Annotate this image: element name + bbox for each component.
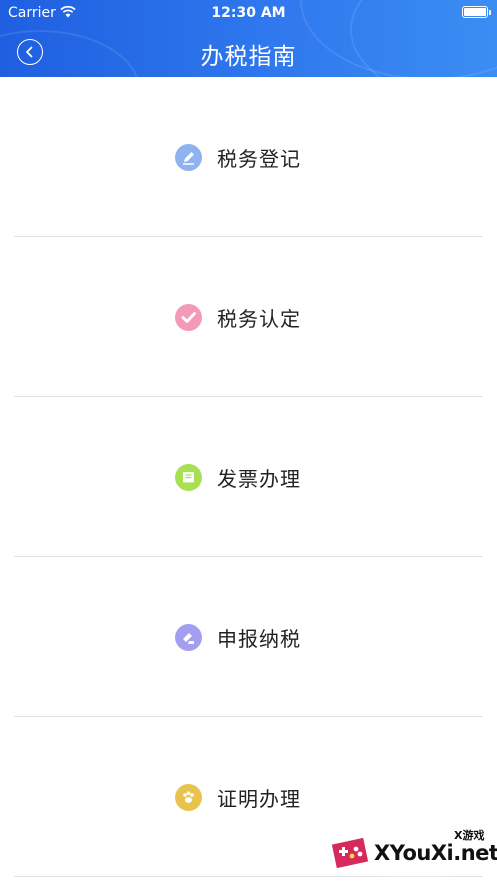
header: Carrier 12:30 AM 办税指南 [0,0,497,77]
menu-item-label: 发票办理 [217,466,301,491]
status-time: 12:30 AM [211,5,286,21]
menu-item-label: 证明办理 [217,786,301,811]
menu-item-label: 税务登记 [217,146,301,171]
status-bar: Carrier 12:30 AM [0,0,497,26]
menu-list: 税务登记 税务认定 发票办理 申报纳税 证明办理 [0,77,497,877]
document-hand-icon [175,623,202,651]
page-title: 办税指南 [200,44,297,70]
menu-item-tax-filing[interactable]: 申报纳税 [0,557,497,717]
pen-icon [175,143,202,171]
paw-icon [175,783,202,811]
battery-icon [462,6,491,18]
menu-item-label: 申报纳税 [217,626,301,651]
menu-item-label: 税务认定 [217,306,301,331]
menu-item-tax-certification[interactable]: 税务认定 [0,237,497,397]
receipt-icon [175,463,202,491]
screen: Carrier 12:30 AM 办税指南 税务登记 税务认定 发票办理 申报纳… [0,0,497,883]
menu-item-tax-registration[interactable]: 税务登记 [0,77,497,237]
watermark-big-text: XYouXi.net [374,841,497,865]
check-icon [175,303,202,331]
menu-item-invoice[interactable]: 发票办理 [0,397,497,557]
nav-bar: 办税指南 [0,26,497,77]
watermark: X游戏 XYouXi.net [322,823,497,883]
gamepad-logo-icon [331,837,369,869]
